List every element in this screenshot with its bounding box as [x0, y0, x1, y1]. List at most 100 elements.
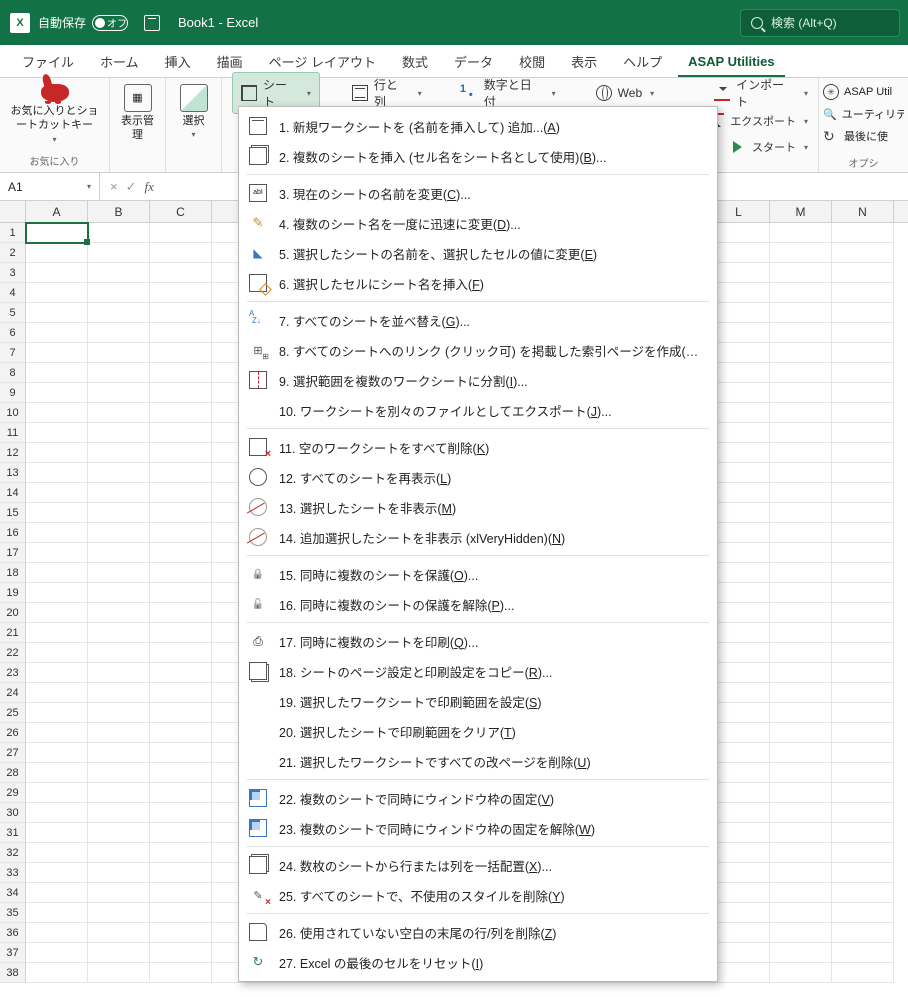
- cell[interactable]: [150, 843, 212, 863]
- cell[interactable]: [88, 483, 150, 503]
- cell[interactable]: [88, 603, 150, 623]
- menu-item-24[interactable]: 24. 数枚のシートから行または列を一括配置(X)...: [239, 850, 717, 880]
- menu-item-10[interactable]: 10. ワークシートを別々のファイルとしてエクスポート(J)...: [239, 395, 717, 425]
- cell[interactable]: [832, 543, 894, 563]
- cell[interactable]: [26, 563, 88, 583]
- row-head[interactable]: 8: [0, 363, 26, 383]
- cell[interactable]: [150, 943, 212, 963]
- cell[interactable]: [88, 803, 150, 823]
- autosave-toggle[interactable]: オフ: [92, 15, 128, 31]
- cell[interactable]: [150, 423, 212, 443]
- menu-item-25[interactable]: 25. すべてのシートで、不使用のスタイルを削除(Y): [239, 880, 717, 910]
- tab-9[interactable]: ヘルプ: [613, 45, 672, 77]
- cell[interactable]: [88, 383, 150, 403]
- col-head[interactable]: M: [770, 201, 832, 222]
- cell[interactable]: [88, 523, 150, 543]
- select-button[interactable]: 選択 ▾: [180, 84, 208, 141]
- cell[interactable]: [88, 863, 150, 883]
- cell[interactable]: [150, 503, 212, 523]
- cell[interactable]: [88, 283, 150, 303]
- cell[interactable]: [150, 763, 212, 783]
- row-head[interactable]: 9: [0, 383, 26, 403]
- cell[interactable]: [150, 643, 212, 663]
- cell[interactable]: [770, 403, 832, 423]
- cell[interactable]: [26, 743, 88, 763]
- menu-item-6[interactable]: 6. 選択したセルにシート名を挿入(F): [239, 268, 717, 298]
- cell[interactable]: [88, 683, 150, 703]
- cell[interactable]: [770, 383, 832, 403]
- row-head[interactable]: 29: [0, 783, 26, 803]
- cell[interactable]: [832, 563, 894, 583]
- row-head[interactable]: 23: [0, 663, 26, 683]
- cell[interactable]: [88, 723, 150, 743]
- cell[interactable]: [88, 883, 150, 903]
- cell[interactable]: [770, 543, 832, 563]
- cell[interactable]: [150, 523, 212, 543]
- row-head[interactable]: 18: [0, 563, 26, 583]
- cell[interactable]: [770, 443, 832, 463]
- cell[interactable]: [88, 503, 150, 523]
- tab-2[interactable]: 挿入: [155, 45, 201, 77]
- cell[interactable]: [832, 223, 894, 243]
- enter-icon[interactable]: ✓: [126, 179, 137, 195]
- cell[interactable]: [770, 363, 832, 383]
- cell[interactable]: [770, 863, 832, 883]
- cell[interactable]: [832, 323, 894, 343]
- cell[interactable]: [832, 703, 894, 723]
- cell[interactable]: [26, 643, 88, 663]
- cell[interactable]: [88, 303, 150, 323]
- cell[interactable]: [26, 763, 88, 783]
- cell[interactable]: [88, 223, 150, 243]
- tab-1[interactable]: ホーム: [90, 45, 149, 77]
- row-head[interactable]: 6: [0, 323, 26, 343]
- cell[interactable]: [770, 523, 832, 543]
- row-head[interactable]: 19: [0, 583, 26, 603]
- row-head[interactable]: 11: [0, 423, 26, 443]
- cell[interactable]: [150, 403, 212, 423]
- cell[interactable]: [150, 263, 212, 283]
- cell[interactable]: [832, 923, 894, 943]
- autosave[interactable]: 自動保存 オフ: [38, 14, 128, 31]
- cell[interactable]: [88, 263, 150, 283]
- cell[interactable]: [26, 723, 88, 743]
- cell[interactable]: [150, 663, 212, 683]
- row-head[interactable]: 10: [0, 403, 26, 423]
- row-head[interactable]: 5: [0, 303, 26, 323]
- cell[interactable]: [770, 783, 832, 803]
- cell[interactable]: [832, 643, 894, 663]
- menu-item-11[interactable]: 11. 空のワークシートをすべて削除(K): [239, 432, 717, 462]
- cell[interactable]: [26, 403, 88, 423]
- cell[interactable]: [770, 223, 832, 243]
- cell[interactable]: [770, 503, 832, 523]
- cell[interactable]: [770, 623, 832, 643]
- cell[interactable]: [832, 443, 894, 463]
- cancel-icon[interactable]: ×: [110, 179, 118, 194]
- cell[interactable]: [26, 583, 88, 603]
- row-head[interactable]: 35: [0, 903, 26, 923]
- menu-item-12[interactable]: 12. すべてのシートを再表示(L): [239, 462, 717, 492]
- start-dropdown[interactable]: スタート▾: [726, 138, 812, 156]
- row-head[interactable]: 24: [0, 683, 26, 703]
- cell[interactable]: [770, 803, 832, 823]
- cell[interactable]: [770, 423, 832, 443]
- cell[interactable]: [150, 283, 212, 303]
- cell[interactable]: [832, 863, 894, 883]
- cell[interactable]: [770, 743, 832, 763]
- cell[interactable]: [26, 383, 88, 403]
- row-head[interactable]: 21: [0, 623, 26, 643]
- cell[interactable]: [150, 803, 212, 823]
- cell[interactable]: [832, 803, 894, 823]
- cell[interactable]: [770, 563, 832, 583]
- menu-item-21[interactable]: 21. 選択したワークシートですべての改ページを削除(U): [239, 746, 717, 776]
- search-box[interactable]: 検索 (Alt+Q): [740, 9, 900, 37]
- utility-button[interactable]: 🔍ユーティリテ: [823, 106, 904, 122]
- cell[interactable]: [88, 363, 150, 383]
- cell[interactable]: [150, 723, 212, 743]
- cell[interactable]: [770, 823, 832, 843]
- cell[interactable]: [26, 423, 88, 443]
- cell[interactable]: [26, 863, 88, 883]
- select-all-corner[interactable]: [0, 201, 26, 222]
- favorites-button[interactable]: お気に入りとショートカットキー ▾: [10, 84, 99, 145]
- cell[interactable]: [832, 243, 894, 263]
- row-head[interactable]: 31: [0, 823, 26, 843]
